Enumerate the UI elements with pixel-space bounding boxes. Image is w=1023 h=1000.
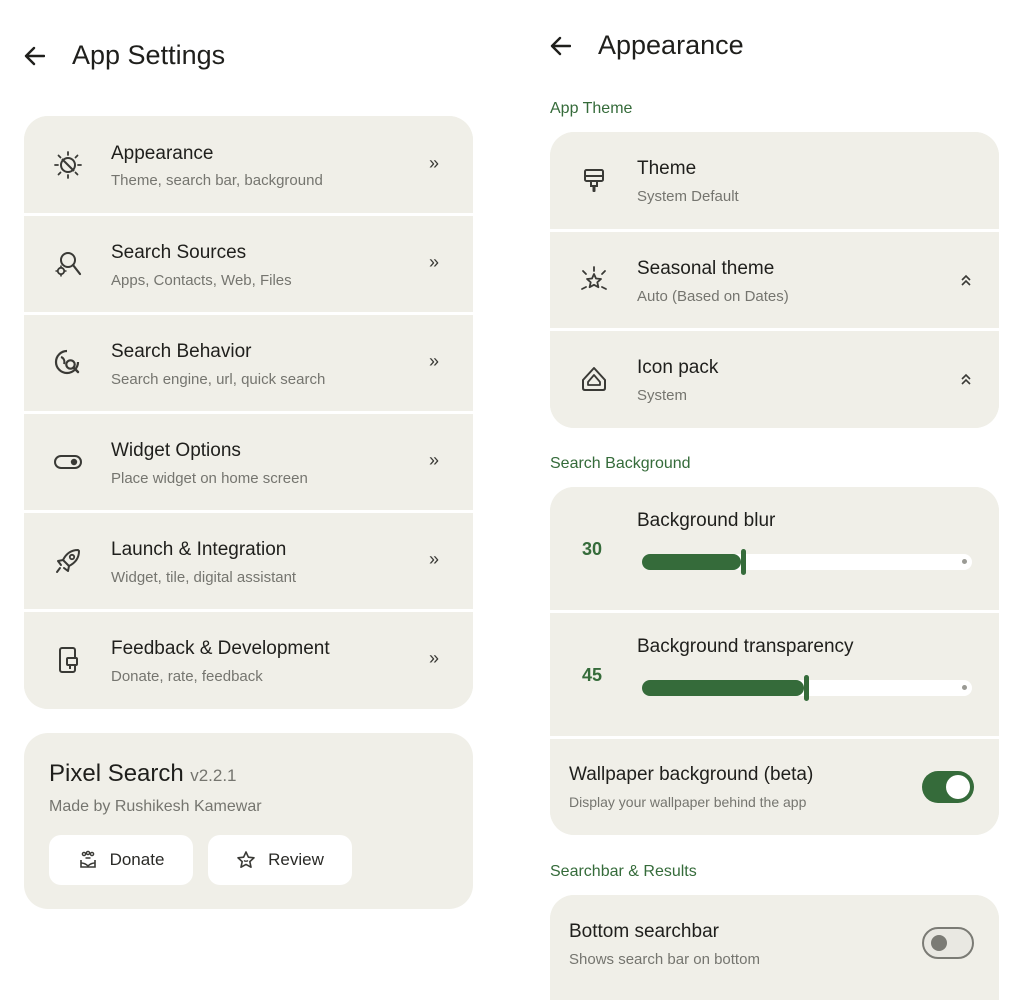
- toggle-icon: [52, 446, 84, 478]
- menu-item-search-behavior[interactable]: Search Behavior Search engine, url, quic…: [24, 315, 473, 411]
- row-subtitle: Display your wallpaper behind the app: [569, 794, 807, 810]
- wallpaper-background-toggle[interactable]: [922, 771, 974, 803]
- background-transparency-slider[interactable]: [642, 675, 972, 701]
- slider-thumb[interactable]: [804, 675, 809, 701]
- slider-title: Background transparency: [637, 636, 854, 657]
- app-theme-card: Theme System Default Seasonal theme Auto…: [550, 132, 999, 428]
- menu-item-subtitle: Donate, rate, feedback: [111, 668, 263, 685]
- row-title: Wallpaper background (beta): [569, 764, 814, 785]
- chevron-right-icon: »: [429, 549, 440, 569]
- theme-row[interactable]: Theme System Default: [550, 132, 999, 229]
- menu-item-title: Feedback & Development: [111, 638, 330, 659]
- menu-item-title: Widget Options: [111, 440, 241, 461]
- slider-value: 45: [582, 665, 603, 685]
- slider-title: Background blur: [637, 510, 776, 531]
- star-icon: [237, 851, 255, 868]
- chevron-right-icon: »: [429, 351, 440, 371]
- seasonal-theme-row[interactable]: Seasonal theme Auto (Based on Dates): [550, 232, 999, 328]
- brightness-icon: [52, 149, 84, 181]
- menu-item-title: Search Behavior: [111, 341, 252, 362]
- page-title: Appearance: [598, 30, 744, 60]
- background-transparency-row: Background transparency 45: [550, 613, 999, 736]
- row-title: Icon pack: [637, 357, 719, 378]
- background-blur-row: Background blur 30: [550, 487, 999, 610]
- slider-thumb[interactable]: [741, 549, 746, 575]
- menu-item-title: Appearance: [111, 143, 214, 164]
- menu-item-launch-integration[interactable]: Launch & Integration Widget, tile, digit…: [24, 513, 473, 609]
- chevron-right-icon: »: [429, 450, 440, 470]
- chevron-up-double-icon: [950, 363, 982, 395]
- menu-item-subtitle: Theme, search bar, background: [111, 172, 323, 189]
- row-subtitle: System: [637, 387, 688, 404]
- travel-explore-icon: [52, 347, 84, 379]
- review-button[interactable]: Review: [208, 835, 352, 885]
- chevron-right-icon: »: [429, 153, 440, 173]
- chevron-up-double-icon: [950, 264, 982, 296]
- row-title: Seasonal theme: [637, 258, 775, 279]
- app-version: v2.2.1: [190, 766, 237, 785]
- chevron-right-icon: »: [429, 252, 440, 272]
- back-arrow-icon[interactable]: [22, 44, 46, 68]
- celebration-icon: [578, 264, 610, 296]
- review-label: Review: [268, 850, 324, 869]
- menu-item-title: Launch & Integration: [111, 539, 287, 560]
- menu-item-subtitle: Place widget on home screen: [111, 470, 308, 487]
- settings-menu-card: Appearance Theme, search bar, background…: [24, 116, 473, 709]
- bottom-searchbar-toggle[interactable]: [922, 927, 974, 959]
- row-title: Bottom searchbar: [569, 921, 719, 942]
- appearance-topbar: Appearance: [548, 30, 744, 61]
- section-search-background: Search Background: [550, 455, 691, 472]
- back-arrow-icon[interactable]: [548, 34, 572, 58]
- slider-value: 30: [582, 539, 603, 559]
- author-label: Made by Rushikesh Kamewar: [49, 798, 262, 815]
- rocket-icon: [52, 545, 84, 577]
- menu-item-title: Search Sources: [111, 242, 247, 263]
- menu-item-subtitle: Search engine, url, quick search: [111, 371, 326, 388]
- app-settings-topbar: App Settings: [22, 40, 225, 71]
- background-blur-slider[interactable]: [642, 549, 972, 575]
- menu-item-widget-options[interactable]: Widget Options Place widget on home scre…: [24, 414, 473, 510]
- search-background-card: Background blur 30 Background transparen…: [550, 487, 999, 835]
- volunteer-icon: [79, 850, 96, 868]
- wallpaper-background-row[interactable]: Wallpaper background (beta) Display your…: [550, 739, 999, 835]
- section-app-theme: App Theme: [550, 100, 633, 117]
- page-title: App Settings: [72, 40, 226, 70]
- feedback-icon: [52, 644, 84, 676]
- format-paint-icon: [578, 165, 610, 197]
- donate-button[interactable]: Donate: [49, 835, 193, 885]
- row-title: Theme: [637, 158, 697, 179]
- manage-search-icon: [52, 248, 84, 280]
- row-subtitle: System Default: [637, 188, 739, 205]
- icon-pack-row[interactable]: Icon pack System: [550, 331, 999, 428]
- menu-item-subtitle: Apps, Contacts, Web, Files: [111, 272, 292, 289]
- row-subtitle: Shows search bar on bottom: [569, 951, 760, 968]
- about-card: Pixel Search v2.2.1 Made by Rushikesh Ka…: [24, 733, 473, 909]
- menu-item-feedback-development[interactable]: Feedback & Development Donate, rate, fee…: [24, 612, 473, 709]
- menu-item-subtitle: Widget, tile, digital assistant: [111, 569, 297, 586]
- app-name-line: Pixel Search v2.2.1: [49, 760, 237, 788]
- app-name: Pixel Search: [49, 760, 184, 787]
- section-searchbar-results: Searchbar & Results: [550, 863, 697, 880]
- chevron-right-icon: »: [429, 648, 440, 668]
- menu-item-appearance[interactable]: Appearance Theme, search bar, background…: [24, 116, 473, 213]
- menu-item-search-sources[interactable]: Search Sources Apps, Contacts, Web, File…: [24, 216, 473, 312]
- icon-pack-icon: [578, 363, 610, 395]
- donate-label: Donate: [109, 850, 165, 869]
- searchbar-results-card: Bottom searchbar Shows search bar on bot…: [550, 895, 999, 1000]
- row-subtitle: Auto (Based on Dates): [637, 288, 789, 305]
- bottom-searchbar-row[interactable]: Bottom searchbar Shows search bar on bot…: [550, 895, 999, 991]
